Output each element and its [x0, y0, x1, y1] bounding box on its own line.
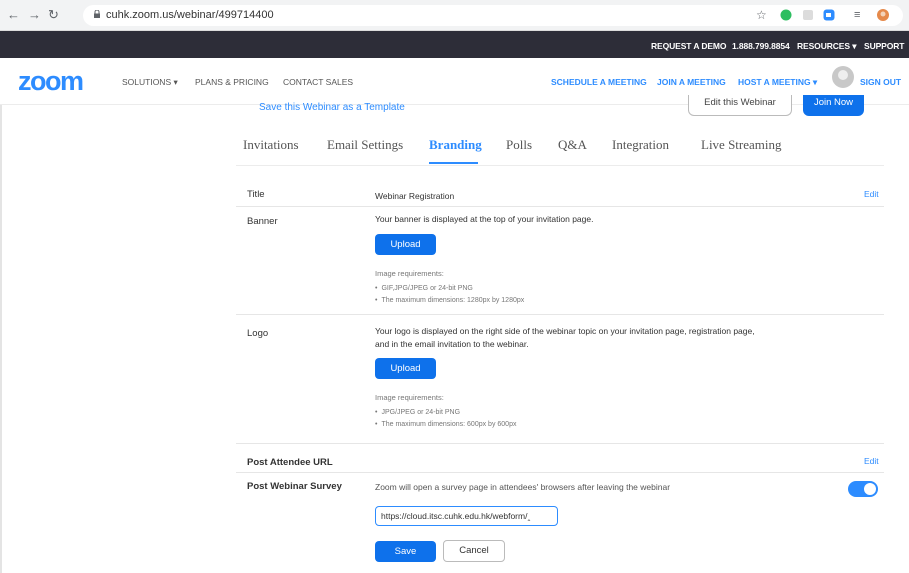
toggle-knob: [864, 483, 876, 495]
url-text: cuhk.zoom.us/webinar/499714400: [106, 9, 274, 21]
edit-webinar-button[interactable]: Edit this Webinar: [688, 95, 792, 116]
banner-requirement-item: GIF,JPG/JPEG or 24-bit PNG: [375, 284, 472, 293]
logo-requirement-item: JPG/JPEG or 24-bit PNG: [375, 408, 460, 417]
row-divider: [236, 472, 884, 473]
post-survey-description: Zoom will open a survey page in attendee…: [375, 482, 671, 492]
logo-requirement-item: The maximum dimensions: 600px by 600px: [375, 420, 516, 429]
join-meeting-link[interactable]: JOIN A MEETING: [657, 77, 726, 87]
row-divider: [236, 206, 884, 207]
post-survey-toggle[interactable]: [848, 481, 878, 497]
sidebar-divider: [0, 105, 2, 573]
tab-email-settings[interactable]: Email Settings: [327, 137, 403, 153]
banner-requirements-heading: Image requirements:: [375, 269, 444, 278]
banner-requirement-item: The maximum dimensions: 1280px by 1280px: [375, 296, 524, 305]
browser-toolbar: ← → ↻ cuhk.zoom.us/webinar/499714400 ☆ ≡: [0, 0, 909, 31]
upload-banner-button[interactable]: Upload: [375, 234, 436, 255]
evernote-icon[interactable]: [779, 8, 793, 22]
banner-label: Banner: [247, 216, 278, 227]
upload-logo-button[interactable]: Upload: [375, 358, 436, 379]
avatar[interactable]: [832, 66, 854, 88]
active-tab-indicator: [429, 162, 478, 164]
tab-branding[interactable]: Branding: [429, 137, 482, 153]
save-as-template-link[interactable]: Save this Webinar as a Template: [259, 102, 405, 114]
tab-qa[interactable]: Q&A: [558, 137, 587, 153]
join-now-button[interactable]: Join Now: [803, 95, 864, 116]
top-utility-bar: REQUEST A DEMO 1.888.799.8854 RESOURCES …: [0, 31, 909, 58]
star-icon[interactable]: ☆: [756, 8, 770, 22]
contact-sales-link[interactable]: CONTACT SALES: [283, 77, 353, 87]
banner-description: Your banner is displayed at the top of y…: [375, 214, 594, 224]
post-attendee-url-label: Post Attendee URL: [247, 457, 333, 468]
solutions-menu[interactable]: SOLUTIONS ▾: [122, 77, 178, 87]
survey-url-input[interactable]: https://cloud.itsc.cuhk.edu.hk/webform/‸: [375, 506, 558, 526]
save-button[interactable]: Save: [375, 541, 436, 562]
plans-pricing-link[interactable]: PLANS & PRICING: [195, 77, 269, 87]
reload-icon[interactable]: ↻: [48, 7, 59, 23]
reading-list-icon[interactable]: ≡: [854, 8, 868, 22]
resources-menu[interactable]: RESOURCES ▾: [797, 41, 856, 51]
lock-icon: [94, 10, 100, 18]
tab-live-streaming[interactable]: Live Streaming: [701, 137, 782, 153]
tabs-divider: [236, 165, 884, 166]
support-link[interactable]: SUPPORT: [864, 41, 904, 51]
logo-label: Logo: [247, 328, 269, 339]
forward-arrow-icon[interactable]: →: [28, 7, 41, 23]
post-webinar-survey-label: Post Webinar Survey: [247, 481, 342, 492]
row-divider: [236, 314, 884, 315]
cancel-button[interactable]: Cancel: [443, 540, 505, 562]
edit-post-attendee-url-link[interactable]: Edit: [864, 456, 879, 467]
sign-out-link[interactable]: SIGN OUT: [860, 77, 901, 87]
extension-icon[interactable]: [801, 8, 815, 22]
tab-polls[interactable]: Polls: [506, 137, 532, 153]
tab-invitations[interactable]: Invitations: [243, 137, 299, 153]
logo-requirements-heading: Image requirements:: [375, 393, 444, 402]
zoom-extension-icon[interactable]: [822, 8, 836, 22]
schedule-meeting-link[interactable]: SCHEDULE A MEETING: [551, 77, 647, 87]
request-demo-link[interactable]: REQUEST A DEMO: [651, 41, 727, 51]
edit-title-link[interactable]: Edit: [864, 189, 879, 200]
logo-description: Your logo is displayed on the right side…: [375, 326, 755, 336]
row-divider: [236, 443, 884, 444]
zoom-logo[interactable]: zoom: [18, 66, 84, 96]
back-arrow-icon[interactable]: ←: [7, 7, 20, 23]
profile-icon[interactable]: [876, 8, 890, 22]
tab-integration[interactable]: Integration: [612, 137, 669, 153]
logo-description: and in the email invitation to the webin…: [375, 339, 529, 349]
title-value: Webinar Registration: [375, 191, 455, 201]
phone-number: 1.888.799.8854: [732, 41, 790, 51]
host-meeting-menu[interactable]: HOST A MEETING ▾: [738, 77, 817, 87]
title-label: Title: [247, 189, 265, 200]
